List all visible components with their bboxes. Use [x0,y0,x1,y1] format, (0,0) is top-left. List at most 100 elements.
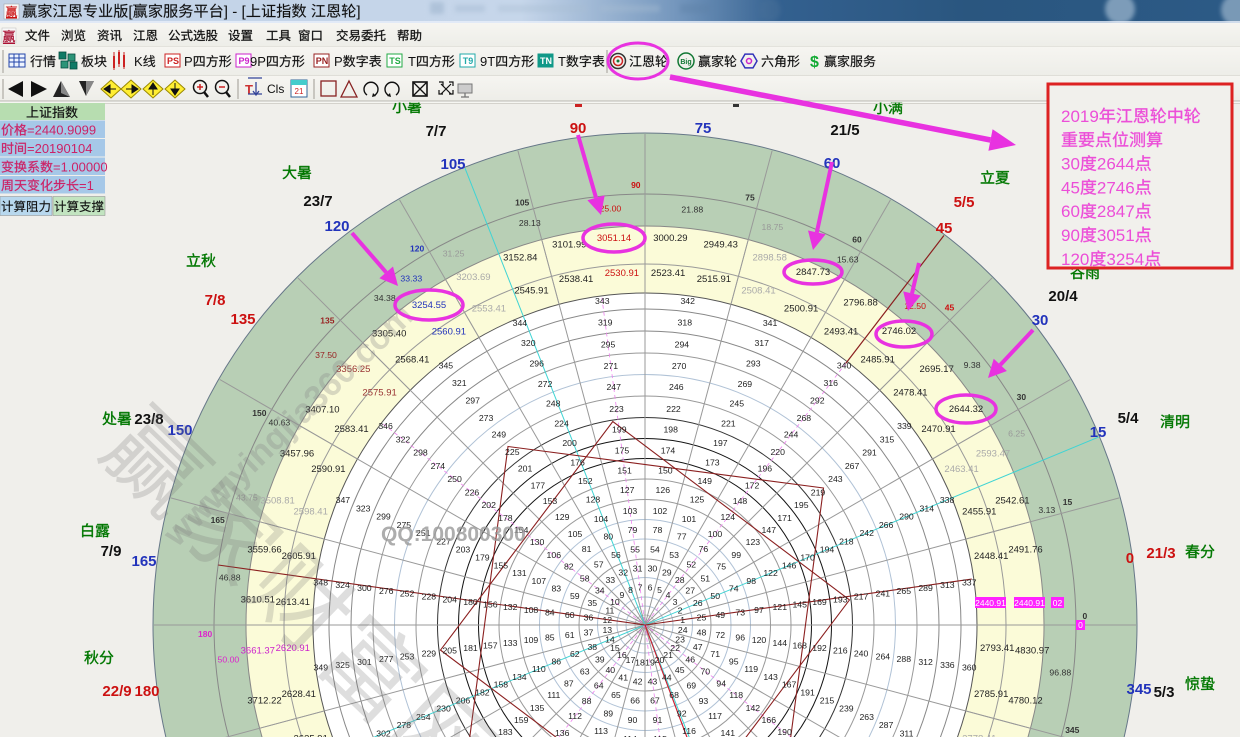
svg-text:34: 34 [595,585,605,595]
svg-text:=2440.9099: =2440.9099 [27,123,96,138]
svg-text:76: 76 [699,544,709,554]
svg-text:169: 169 [812,597,827,607]
svg-text:21.88: 21.88 [681,205,703,215]
svg-text:101: 101 [682,514,697,524]
svg-text:3712.22: 3712.22 [247,696,281,707]
svg-text:2485.91: 2485.91 [861,355,895,366]
svg-text:]: ] [356,4,360,21]
svg-text:30: 30 [1061,155,1080,174]
svg-text:64: 64 [594,680,604,690]
svg-text:156: 156 [483,600,498,610]
svg-text:90: 90 [628,715,638,725]
svg-text:45: 45 [936,220,953,237]
svg-text:360: 360 [962,663,977,673]
svg-text:149: 149 [697,476,712,486]
svg-text:T9: T9 [463,56,474,66]
svg-text:276: 276 [379,586,394,596]
svg-text:180: 180 [135,683,160,700]
svg-text:241: 241 [876,589,891,599]
svg-text:322: 322 [396,434,411,444]
svg-text:32: 32 [618,567,628,577]
svg-text:30: 30 [648,564,658,574]
svg-text:66: 66 [630,695,640,705]
svg-text:2019: 2019 [1061,107,1099,126]
svg-text:69: 69 [686,680,696,690]
svg-text:204: 204 [442,594,457,604]
svg-text:Cls: Cls [267,82,284,96]
svg-text:173: 173 [705,457,720,467]
svg-text:109: 109 [524,635,539,645]
svg-text:293: 293 [746,359,761,369]
svg-text:31: 31 [633,564,643,574]
svg-text:52: 52 [686,560,696,570]
svg-text:58: 58 [580,574,590,584]
svg-text:157: 157 [483,640,498,650]
svg-text:5/3: 5/3 [1154,684,1175,701]
svg-text:120: 120 [325,218,350,235]
svg-text:2847.73: 2847.73 [796,267,830,278]
svg-text:84: 84 [545,608,555,618]
svg-text:339: 339 [897,421,912,431]
svg-text:203: 203 [456,545,471,555]
svg-text:26: 26 [693,598,703,608]
svg-text:90: 90 [1061,226,1080,245]
svg-text:110: 110 [532,664,546,674]
svg-text:9: 9 [619,590,624,600]
svg-text:225: 225 [505,447,520,457]
svg-text:68: 68 [669,690,679,700]
svg-text:321: 321 [452,378,467,388]
svg-text:33.33: 33.33 [400,274,422,284]
svg-text:342: 342 [680,296,695,306]
svg-text:63: 63 [580,666,590,676]
svg-text:315: 315 [880,434,895,444]
svg-text:345: 345 [1127,681,1152,698]
svg-text:2523.41: 2523.41 [651,268,685,279]
svg-text:248: 248 [546,398,561,408]
svg-text:155: 155 [494,560,509,570]
svg-text:61: 61 [565,630,575,640]
svg-text:338: 338 [940,495,955,505]
svg-text:9P: 9P [250,54,266,69]
svg-text:97: 97 [754,605,764,615]
svg-text:Big: Big [680,59,691,66]
svg-text:2500.91: 2500.91 [784,303,818,314]
svg-text:57: 57 [594,560,604,570]
svg-text:42: 42 [633,677,643,687]
svg-text:6.25: 6.25 [1008,429,1025,439]
svg-text:136: 136 [555,728,570,737]
svg-text:122: 122 [763,568,778,578]
svg-text:126: 126 [656,485,671,495]
svg-text:4: 4 [666,590,671,600]
svg-text:5/5: 5/5 [954,194,975,211]
svg-text:298: 298 [413,448,428,458]
svg-text:170: 170 [800,553,815,563]
svg-text:67: 67 [650,695,660,705]
svg-text:45: 45 [945,302,955,312]
svg-text:28: 28 [675,575,685,585]
svg-text:2949.43: 2949.43 [704,240,738,251]
svg-text:150: 150 [658,465,673,475]
svg-text:135: 135 [320,316,334,326]
svg-text:30: 30 [1032,312,1049,329]
svg-text:43: 43 [648,677,658,687]
svg-text:55: 55 [630,545,640,555]
svg-text:75: 75 [716,562,726,572]
svg-text:54: 54 [650,545,660,555]
svg-text:2898.58: 2898.58 [753,253,787,264]
svg-text:192: 192 [812,643,827,653]
svg-text:150: 150 [252,408,266,418]
svg-text:72: 72 [715,630,725,640]
svg-text:2478.41: 2478.41 [893,387,927,398]
svg-text:11: 11 [605,606,614,616]
svg-text:29: 29 [662,567,672,577]
svg-text:159: 159 [514,715,529,725]
svg-text:4830.97: 4830.97 [1015,645,1049,656]
svg-text:274: 274 [431,461,446,471]
svg-text:31.25: 31.25 [443,248,465,258]
svg-text:319: 319 [598,318,613,328]
svg-text:85: 85 [545,633,555,643]
svg-text:20/4: 20/4 [1048,288,1078,305]
svg-text:22/9: 22/9 [102,683,131,700]
svg-text:200: 200 [562,438,577,448]
svg-text:2542.61: 2542.61 [995,495,1029,506]
